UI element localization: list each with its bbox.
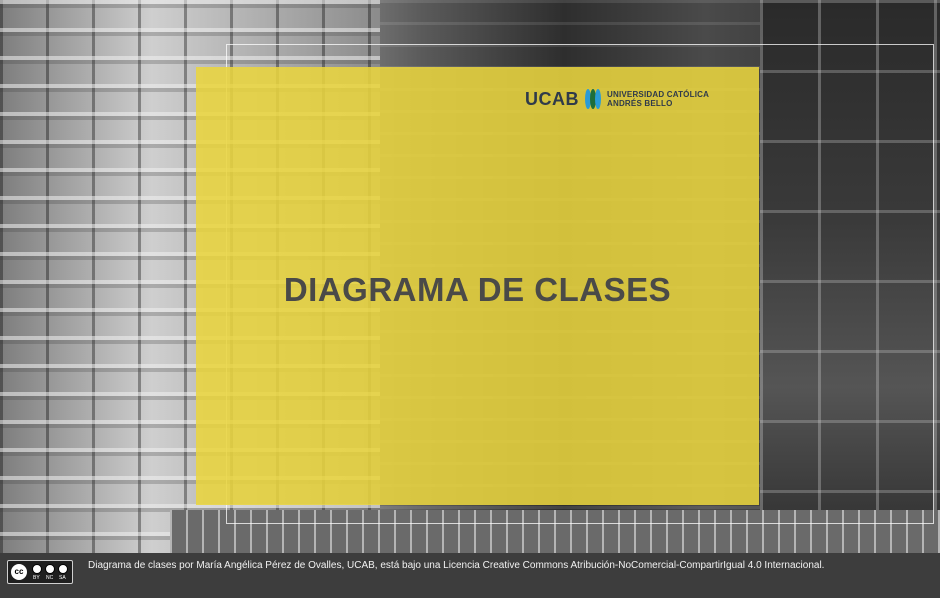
creative-commons-by-nc-sa-icon[interactable]: cc BY NC SA xyxy=(7,560,73,584)
nc-icon xyxy=(45,564,55,574)
ucab-emblem-icon xyxy=(585,89,601,109)
license-text: Diagrama de clases por María Angélica Pé… xyxy=(88,560,825,571)
logo-name-line2: ANDRÉS BELLO xyxy=(607,99,673,108)
nc-label: NC xyxy=(46,575,54,581)
logo-name-line1: UNIVERSIDAD CATÓLICA xyxy=(607,90,710,99)
license-footer: cc BY NC SA Diagrama de clases por María… xyxy=(0,553,940,598)
logo-name: UNIVERSIDAD CATÓLICA ANDRÉS BELLO xyxy=(607,90,709,108)
by-icon xyxy=(32,564,42,574)
sa-label: SA xyxy=(59,575,66,581)
ucab-logo: UCAB UNIVERSIDAD CATÓLICA ANDRÉS BELLO xyxy=(525,86,709,112)
sa-icon xyxy=(58,564,68,574)
cc-icon: cc xyxy=(11,564,27,580)
logo-abbrev: UCAB xyxy=(525,88,579,109)
page-title: DIAGRAMA DE CLASES xyxy=(283,271,672,308)
by-label: BY xyxy=(33,575,40,581)
